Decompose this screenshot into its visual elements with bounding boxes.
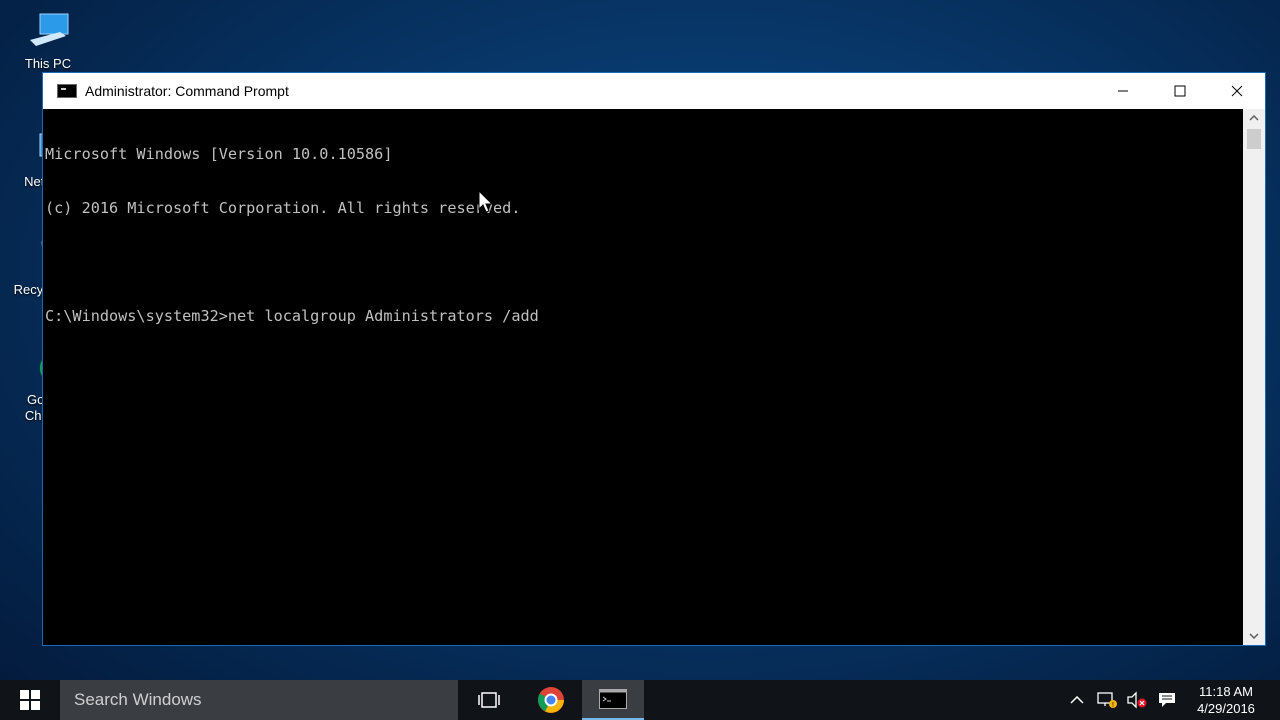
task-view-icon	[478, 692, 500, 708]
scroll-down-button[interactable]	[1243, 627, 1265, 645]
console-line: Microsoft Windows [Version 10.0.10586]	[45, 145, 393, 163]
chevron-up-icon	[1249, 115, 1259, 121]
close-icon	[1231, 85, 1242, 97]
vertical-scrollbar[interactable]	[1243, 109, 1265, 645]
action-center-button[interactable]	[1152, 680, 1182, 720]
cmd-icon	[57, 84, 77, 98]
system-tray: ! 11:18 AM 4/29/2016	[1062, 680, 1280, 720]
search-box[interactable]: Search Windows	[60, 680, 458, 720]
chevron-down-icon	[1249, 633, 1259, 639]
network-tray-button[interactable]: !	[1092, 680, 1122, 720]
maximize-icon	[1174, 85, 1185, 97]
search-placeholder: Search Windows	[74, 690, 202, 709]
desktop-icon-label: This PC	[24, 56, 72, 71]
close-button[interactable]	[1208, 73, 1265, 109]
scroll-thumb[interactable]	[1247, 129, 1261, 149]
mouse-pointer-icon	[478, 189, 494, 219]
task-view-button[interactable]	[458, 680, 520, 720]
windows-logo-icon	[20, 690, 40, 710]
volume-tray-button[interactable]	[1122, 680, 1152, 720]
notifications-icon	[1159, 693, 1175, 707]
desktop-icon-this-pc[interactable]: This PC	[8, 10, 88, 72]
minimize-icon	[1117, 90, 1128, 92]
this-pc-icon	[26, 10, 70, 54]
title-bar[interactable]: Administrator: Command Prompt	[43, 73, 1265, 109]
taskbar-cmd-button[interactable]	[582, 680, 644, 720]
maximize-button[interactable]	[1151, 73, 1208, 109]
console-output[interactable]: Microsoft Windows [Version 10.0.10586] (…	[43, 109, 1243, 645]
show-hidden-icons-button[interactable]	[1062, 680, 1092, 720]
window-title: Administrator: Command Prompt	[85, 83, 289, 99]
taskbar: Search Windows ! 11:18 AM 4/29/2016	[0, 680, 1280, 720]
start-button[interactable]	[0, 680, 60, 720]
svg-text:!: !	[1112, 702, 1114, 709]
chrome-icon	[538, 687, 564, 713]
clock-date: 4/29/2016	[1197, 701, 1255, 716]
console-line: (c) 2016 Microsoft Corporation. All righ…	[45, 199, 521, 217]
scroll-up-button[interactable]	[1243, 109, 1265, 127]
chevron-up-icon	[1070, 696, 1084, 704]
volume-muted-icon	[1127, 691, 1147, 709]
taskbar-chrome-button[interactable]	[520, 680, 582, 720]
clock-time: 11:18 AM	[1199, 684, 1253, 699]
console-prompt-line[interactable]: C:\Windows\system32>net localgroup Admin…	[45, 307, 1241, 325]
minimize-button[interactable]	[1094, 73, 1151, 109]
clock[interactable]: 11:18 AM 4/29/2016	[1182, 683, 1270, 717]
network-disconnected-icon: !	[1097, 692, 1117, 709]
command-prompt-window[interactable]: Administrator: Command Prompt Microsoft …	[42, 72, 1266, 646]
cmd-icon	[599, 689, 627, 709]
window-controls	[1094, 73, 1265, 109]
